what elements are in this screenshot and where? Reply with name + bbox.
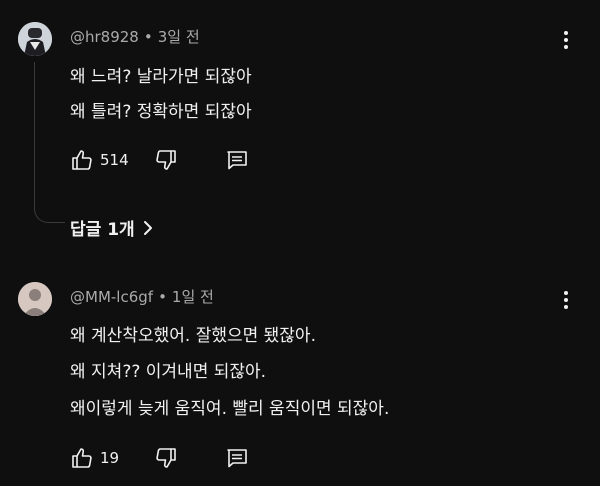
comment-text-line: 왜 틀려? 정확하면 되잖아 [70,102,252,122]
more-options-button[interactable] [556,30,576,50]
view-replies-button[interactable]: 답글 1개 [70,215,153,240]
reply-button[interactable] [225,445,249,471]
reply-button[interactable] [225,147,249,173]
comment-time[interactable]: 1일 전 [172,288,214,306]
like-count: 19 [100,449,120,467]
thumb-down-icon [156,150,176,170]
comment-text-line: 왜 느려? 날라가면 되잖아 [70,67,252,87]
comment-meta: @hr8928 • 3일 전 [70,26,200,47]
comment-text-line: 왜 계산착오했어. 잘했으면 됐잖아. [70,326,316,346]
meta-separator: • [143,28,153,46]
comment-icon [227,151,247,170]
comment-time[interactable]: 3일 전 [158,28,200,46]
thumb-down-icon [156,448,176,468]
comment-author[interactable]: @hr8928 [70,28,139,46]
meta-separator: • [158,288,167,306]
comment-meta: @MM-lc6gf • 1일 전 [70,286,214,307]
like-button[interactable]: 514 [70,147,129,173]
more-vert-icon [564,291,568,295]
more-options-button[interactable] [556,290,576,310]
comment-text-line: 왜 지쳐?? 이겨내면 되잖아. [70,362,267,382]
like-button[interactable]: 19 [70,445,119,471]
comment-text-line: 왜이렇게 늦게 움직여. 빨리 움직이면 되잖아. [70,399,390,419]
avatar[interactable] [18,22,52,56]
dislike-button[interactable] [154,147,178,173]
default-avatar-icon [18,282,52,316]
like-count: 514 [100,151,129,169]
thumb-up-icon [72,448,92,468]
more-vert-icon [564,31,568,35]
avatar-photo-icon [18,22,52,56]
comment-icon [227,449,247,468]
chevron-right-icon [143,220,152,235]
avatar[interactable] [18,282,52,316]
dislike-button[interactable] [154,445,178,471]
comment-author[interactable]: @MM-lc6gf [70,288,153,306]
reply-thread-line [34,62,65,223]
replies-label: 답글 1개 [70,220,135,240]
thumb-up-icon [72,150,92,170]
